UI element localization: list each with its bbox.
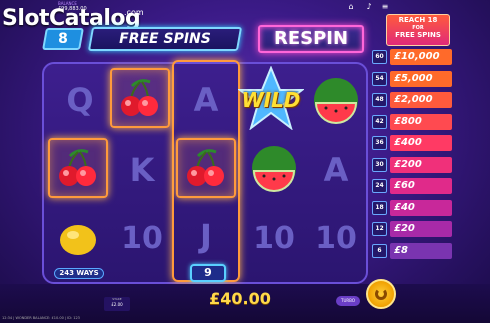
symbol-k: K xyxy=(129,151,155,189)
symbol-10: 10 xyxy=(315,220,357,256)
symbol-10: 10 xyxy=(253,220,295,256)
free-spins-banner: FREE SPINS xyxy=(87,27,243,51)
ladder-spins: 24 xyxy=(372,179,387,193)
ladder-prize: £800 xyxy=(390,113,452,130)
ladder-prize: £40 xyxy=(390,199,452,216)
free-spins-count-badge: 8 xyxy=(42,28,84,50)
ladder-prize: £8 xyxy=(390,242,452,259)
ladder-spins: 60 xyxy=(372,50,387,64)
ladder-row: 60 £10,000 xyxy=(372,48,452,66)
spin-counter: 9 xyxy=(190,264,226,282)
watermelon-icon xyxy=(306,70,366,130)
home-icon[interactable]: ⌂ xyxy=(346,2,356,12)
ladder-prize: £20 xyxy=(390,221,452,237)
ladder-spins: 12 xyxy=(372,222,387,236)
ladder-spins: 36 xyxy=(372,136,387,150)
ladder-row: 6 £8 xyxy=(372,242,452,260)
ladder-spins: 6 xyxy=(372,243,387,258)
spin-button[interactable] xyxy=(366,279,396,309)
lemon-icon xyxy=(48,208,108,268)
cherry-icon xyxy=(176,138,236,198)
cherry-icon xyxy=(48,138,108,198)
symbol-10: 10 xyxy=(121,220,163,256)
logo-suffix: .com xyxy=(124,8,144,17)
cherry-icon xyxy=(110,68,170,128)
symbol-q: Q xyxy=(66,81,94,119)
symbol-j: J xyxy=(200,217,212,255)
ladder-row: 48 £2,000 xyxy=(372,91,452,109)
reach-18-banner: REACH 18 FOR FREE SPINS xyxy=(386,14,450,46)
ladder-row: 30 £200 xyxy=(372,156,452,174)
ladder-prize: £10,000 xyxy=(390,49,452,65)
symbol-a: A xyxy=(323,151,349,189)
ladder-spins: 48 xyxy=(372,93,387,107)
respin-button[interactable]: RESPIN xyxy=(258,25,364,53)
ladder-row: 36 £400 xyxy=(372,134,452,152)
menu-icon[interactable]: ≡ xyxy=(380,2,390,12)
footer-info: 12:34 | WONDER BALANCE: £10.00 | ID: 123 xyxy=(2,316,80,320)
ladder-spins: 30 xyxy=(372,157,387,172)
ladder-spins: 42 xyxy=(372,114,387,129)
ladder-prize: £60 xyxy=(390,178,452,194)
watermelon-icon xyxy=(244,138,304,198)
ways-badge: 243 WAYS xyxy=(54,268,104,279)
win-amount: £40.00 xyxy=(209,289,271,308)
wild-label: WILD xyxy=(241,88,301,112)
ladder-row: 18 £40 xyxy=(372,199,452,217)
ladder-row: 42 £800 xyxy=(372,113,452,131)
ladder-row: 12 £20 xyxy=(372,220,452,238)
ladder-spins: 54 xyxy=(372,71,387,86)
ladder-row: 54 £5,000 xyxy=(372,70,452,88)
symbol-a: A xyxy=(193,81,219,119)
ladder-prize: £400 xyxy=(390,135,452,151)
ladder-spins: 18 xyxy=(372,200,387,215)
ladder-prize: £2,000 xyxy=(390,92,452,108)
stake-box[interactable]: STAKE £2.00 xyxy=(104,297,130,311)
ladder-row: 24 £60 xyxy=(372,177,452,195)
volume-icon[interactable]: ♪ xyxy=(364,2,374,12)
ladder-prize: £5,000 xyxy=(390,70,452,87)
spin-arrow-icon xyxy=(375,288,387,300)
turbo-button[interactable]: TURBO xyxy=(336,296,360,306)
ladder-prize: £200 xyxy=(390,156,452,173)
